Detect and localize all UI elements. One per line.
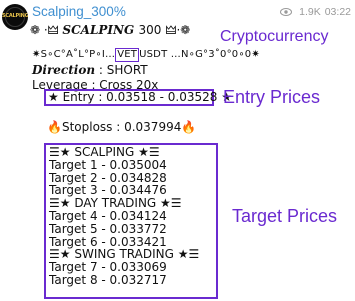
view-count: 1.9K — [299, 6, 321, 18]
post-headline: ❁ ·🜲 𝑺𝑪𝑨𝑳𝑷𝑰𝑵𝑮 300 🜲·❁ — [30, 23, 190, 37]
eye-icon — [280, 7, 293, 19]
headline-stylized: 𝑺𝑪𝑨𝑳𝑷𝑰𝑵𝑮 — [62, 23, 135, 37]
direction-value: : SHORT — [95, 63, 148, 77]
targets-section-scalping: ☰★ SCALPING ★☰ — [49, 145, 160, 159]
post-time: 03:22 — [324, 6, 351, 18]
target-row: Target 5 - 0.033772 — [49, 221, 167, 236]
direction-line: 𝑫𝒊𝒓𝒆𝒄𝒕𝒊𝒐𝒏 : SHORT — [32, 63, 148, 77]
annotation-cryptocurrency: Cryptocurrency — [220, 28, 329, 45]
direction-label: 𝑫𝒊𝒓𝒆𝒄𝒕𝒊𝒐𝒏 — [32, 63, 96, 77]
post-meta: 1.9K 03:22 — [280, 6, 351, 19]
fire-icon: 🔥 — [181, 120, 197, 134]
target-row: Target 8 - 0.032717 — [49, 272, 167, 287]
stoploss-line: 🔥Stoploss : 0.037994🔥 — [47, 120, 196, 134]
annotation-entry-prices: Entry Prices — [223, 87, 321, 107]
headline-suffix: 🜲·❁ — [165, 23, 191, 37]
stoploss-text: Stoploss : 0.037994 — [61, 120, 182, 134]
pair-symbol: VET — [115, 48, 140, 62]
pair-suffix: USDT …N∘G°3˚0°0∘0✷ — [139, 49, 260, 60]
fire-icon: 🔥 — [47, 120, 62, 134]
target-row: Target 4 - 0.034124 — [49, 208, 167, 223]
headline-prefix: ❁ ·🜲 — [30, 23, 63, 37]
pair-prefix: ✷S∘C°A˚L°P∘I… — [32, 49, 116, 60]
channel-avatar[interactable]: SCALPING — [2, 4, 28, 30]
target-row: Target 1 - 0.035004 — [49, 157, 167, 172]
entry-line: ★ Entry : 0.03518 - 0.03528 ★ — [44, 89, 232, 106]
pair-line: ✷S∘C°A˚L°P∘I… VET USDT …N∘G°3˚0°0∘0✷ — [32, 48, 260, 62]
annotation-target-prices: Target Prices — [232, 206, 338, 226]
avatar-logo-text: SCALPING — [2, 13, 28, 19]
targets-list: ☰★ SCALPING ★☰ Target 1 - 0.035004 Targe… — [44, 143, 218, 299]
channel-name[interactable]: Scalping_300% — [32, 4, 126, 19]
headline-number: 300 — [138, 23, 162, 37]
